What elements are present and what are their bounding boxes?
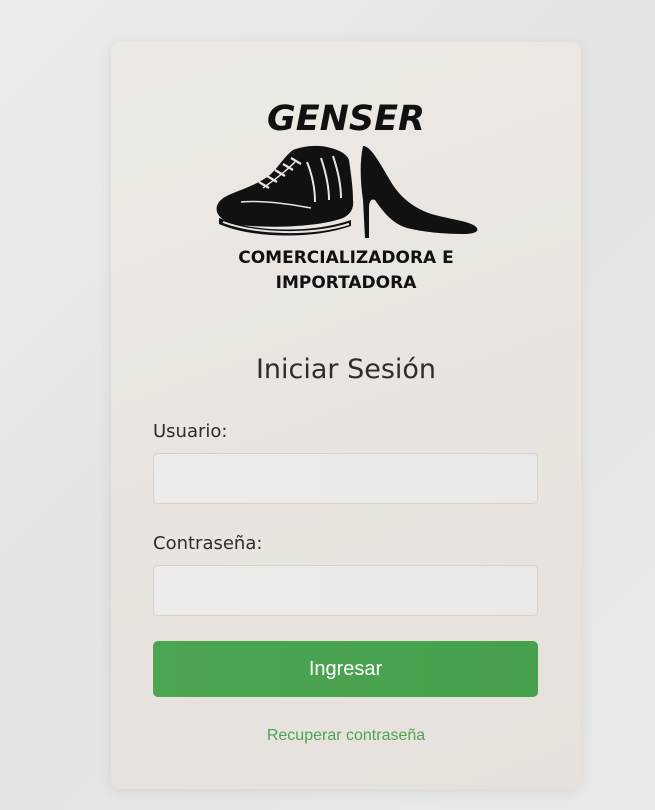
company-logo: GENSER COMERCIALIZADORA E IMPORTADORA xyxy=(211,100,481,296)
logo-subtitle-line2: IMPORTADORA xyxy=(275,273,417,293)
sneaker-icon xyxy=(216,145,354,236)
login-button[interactable]: Ingresar xyxy=(153,641,538,697)
password-input[interactable] xyxy=(153,565,538,616)
username-label: Usuario: xyxy=(153,421,228,442)
login-title: Iniciar Sesión xyxy=(255,354,437,385)
high-heel-icon xyxy=(360,146,478,238)
logo-subtitle-line1: COMERCIALIZADORA E xyxy=(238,248,454,268)
username-input[interactable] xyxy=(153,453,538,504)
logo-brand-text: GENSER xyxy=(267,99,425,139)
login-card: GENSER COMERCIALIZADORA E IMPORTADORA In… xyxy=(111,42,581,789)
recover-password-link[interactable]: Recuperar contraseña xyxy=(111,725,581,747)
password-label: Contraseña: xyxy=(153,533,263,554)
logo-shoes-art xyxy=(216,145,478,238)
